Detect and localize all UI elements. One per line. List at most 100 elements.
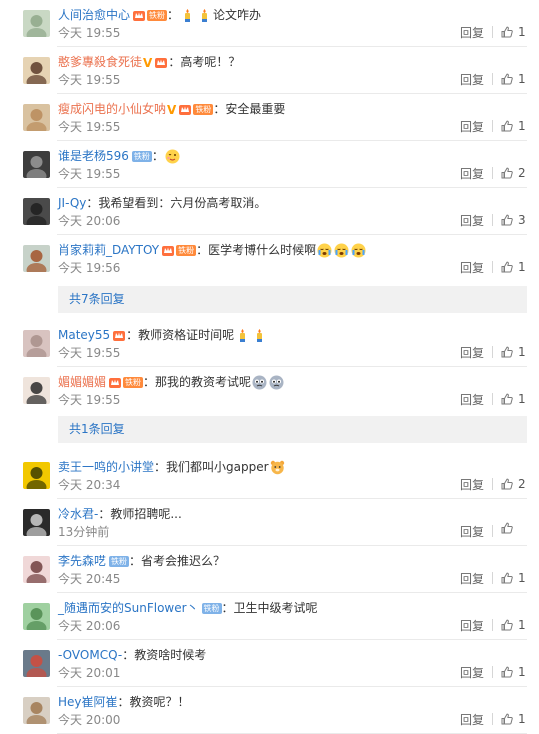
reply-button[interactable]: 回复 — [460, 476, 484, 494]
iron-fan-badge: 铁粉 — [132, 9, 168, 22]
avatar[interactable] — [23, 697, 50, 724]
avatar[interactable] — [23, 151, 50, 178]
username-link[interactable]: 冷水君- — [58, 507, 98, 521]
reply-button[interactable]: 回复 — [460, 118, 484, 136]
username-link[interactable]: 憨爹專殺食死徒 — [58, 55, 142, 69]
cry-emoji — [317, 243, 332, 258]
reply-button[interactable]: 回复 — [460, 617, 484, 635]
verified-v-icon: V — [167, 102, 177, 117]
like-button[interactable]: 1 — [501, 616, 526, 634]
candle-emoji — [197, 8, 212, 23]
comment-text: ：我们都叫小gapper — [154, 460, 269, 474]
avatar[interactable] — [23, 509, 50, 536]
avatar[interactable] — [23, 650, 50, 677]
like-button[interactable]: 1 — [501, 258, 526, 276]
comment-list: 人间治愈中心 铁粉：论文咋办 今天 19:55 回复 1 憨爹專殺食死徒V ：高… — [0, 0, 539, 734]
comment-content: 冷水君-：教师招聘呢... — [58, 505, 529, 523]
member-crown-icon — [108, 376, 122, 389]
like-button[interactable]: 1 — [501, 390, 526, 408]
comment-content: 谁是老杨596 铁粉： — [58, 147, 529, 165]
reply-button[interactable]: 回复 — [460, 24, 484, 42]
like-button[interactable]: 1 — [501, 23, 526, 41]
more-replies-link[interactable]: 共1条回复 — [58, 416, 527, 443]
avatar[interactable] — [23, 556, 50, 583]
action-separator — [492, 214, 493, 226]
action-separator — [492, 393, 493, 405]
reply-button[interactable]: 回复 — [460, 259, 484, 277]
username-link[interactable]: 卖王一鸣的小讲堂 — [58, 460, 154, 474]
more-replies-link[interactable]: 共7条回复 — [58, 286, 527, 313]
like-button[interactable]: 1 — [501, 70, 526, 88]
like-button[interactable]: 3 — [501, 211, 526, 229]
action-separator — [492, 167, 493, 179]
reply-button[interactable]: 回复 — [460, 71, 484, 89]
thumb-up-icon — [501, 478, 513, 490]
comment-time: 今天 20:01 — [58, 666, 121, 680]
action-separator — [492, 713, 493, 725]
username-link[interactable]: 瘦成闪电的小仙女呐 — [58, 102, 166, 116]
thumb-up-icon — [501, 713, 513, 725]
reply-button[interactable]: 回复 — [460, 165, 484, 183]
comment-text: ：卫生中级考试呢 — [221, 601, 318, 615]
like-count: 1 — [518, 119, 526, 133]
username-link[interactable]: JI-Qy — [58, 196, 86, 210]
avatar[interactable] — [23, 603, 50, 630]
like-button[interactable]: 1 — [501, 117, 526, 135]
avatar[interactable] — [23, 104, 50, 131]
comment-content: 人间治愈中心 铁粉： 论文咋办 — [58, 6, 529, 24]
comment-time: 今天 19:55 — [58, 73, 121, 87]
avatar[interactable] — [23, 10, 50, 37]
username-link[interactable]: -OVOMCQ- — [58, 648, 122, 662]
like-button[interactable]: 1 — [501, 710, 526, 728]
iron-fan-badge: 铁粉 — [108, 376, 144, 389]
username-link[interactable]: 媚媚媚媚 — [58, 375, 106, 389]
iron-fan-label: 铁粉 — [193, 104, 214, 115]
comment-content: _随遇而安的SunFlower丶 铁粉 ：卫生中级考试呢 — [58, 599, 529, 617]
comment-time: 13分钟前 — [58, 525, 110, 539]
like-button[interactable]: 1 — [501, 663, 526, 681]
action-separator — [492, 572, 493, 584]
reply-button[interactable]: 回复 — [460, 212, 484, 230]
comment-item: 肖家莉莉_DAYTOY 铁粉 ：医学考博什么时候啊 今天 19:56 回复 1 — [0, 235, 539, 282]
username-link[interactable]: 肖家莉莉_DAYTOY — [58, 243, 159, 257]
thumb-up-icon — [501, 214, 513, 226]
comment-text: ：省考会推迟么？ — [129, 554, 226, 568]
reply-button[interactable]: 回复 — [460, 391, 484, 409]
username-link[interactable]: 李先森呓 — [58, 554, 106, 568]
avatar[interactable] — [23, 330, 50, 357]
like-button[interactable]: 1 — [501, 569, 526, 587]
comment-text: ：教资呢？！ — [117, 695, 190, 709]
username-link[interactable]: 谁是老杨596 — [58, 149, 129, 163]
like-button[interactable] — [501, 522, 518, 534]
username-link[interactable]: _随遇而安的SunFlower丶 — [58, 601, 199, 615]
comment-text-tail: 论文咋办 — [213, 8, 262, 22]
comment-item: 人间治愈中心 铁粉： 论文咋办 今天 19:55 回复 1 — [0, 0, 539, 47]
avatar[interactable] — [23, 198, 50, 225]
like-button[interactable]: 2 — [501, 164, 526, 182]
username-link[interactable]: 人间治愈中心 — [58, 8, 130, 22]
avatar[interactable] — [23, 57, 50, 84]
reply-button[interactable]: 回复 — [460, 664, 484, 682]
wink-emoji — [165, 149, 180, 164]
reply-button[interactable]: 回复 — [460, 570, 484, 588]
reply-button[interactable]: 回复 — [460, 523, 484, 541]
bear-emoji — [270, 460, 285, 475]
comment-time: 今天 20:00 — [58, 713, 121, 727]
comment-content: JI-Qy：我希望看到：六月份高考取消。 — [58, 194, 529, 212]
verified-v-icon: V — [143, 55, 153, 70]
like-button[interactable]: 2 — [501, 475, 526, 493]
thumb-up-icon — [501, 73, 513, 85]
username-link[interactable]: Hey崔阿崔 — [58, 695, 118, 709]
comment-time: 今天 20:06 — [58, 619, 121, 633]
comment-text: ：高考呢！？ — [168, 55, 241, 69]
comment-content: 媚媚媚媚 铁粉 ：那我的教资考试呢 — [58, 373, 529, 391]
username-link[interactable]: Matey55 — [58, 328, 110, 342]
reply-button[interactable]: 回复 — [460, 344, 484, 362]
avatar[interactable] — [23, 245, 50, 272]
comment-time: 今天 20:06 — [58, 214, 121, 228]
like-button[interactable]: 1 — [501, 343, 526, 361]
avatar[interactable] — [23, 462, 50, 489]
reply-button[interactable]: 回复 — [460, 711, 484, 729]
avatar[interactable] — [23, 377, 50, 404]
action-separator — [492, 73, 493, 85]
